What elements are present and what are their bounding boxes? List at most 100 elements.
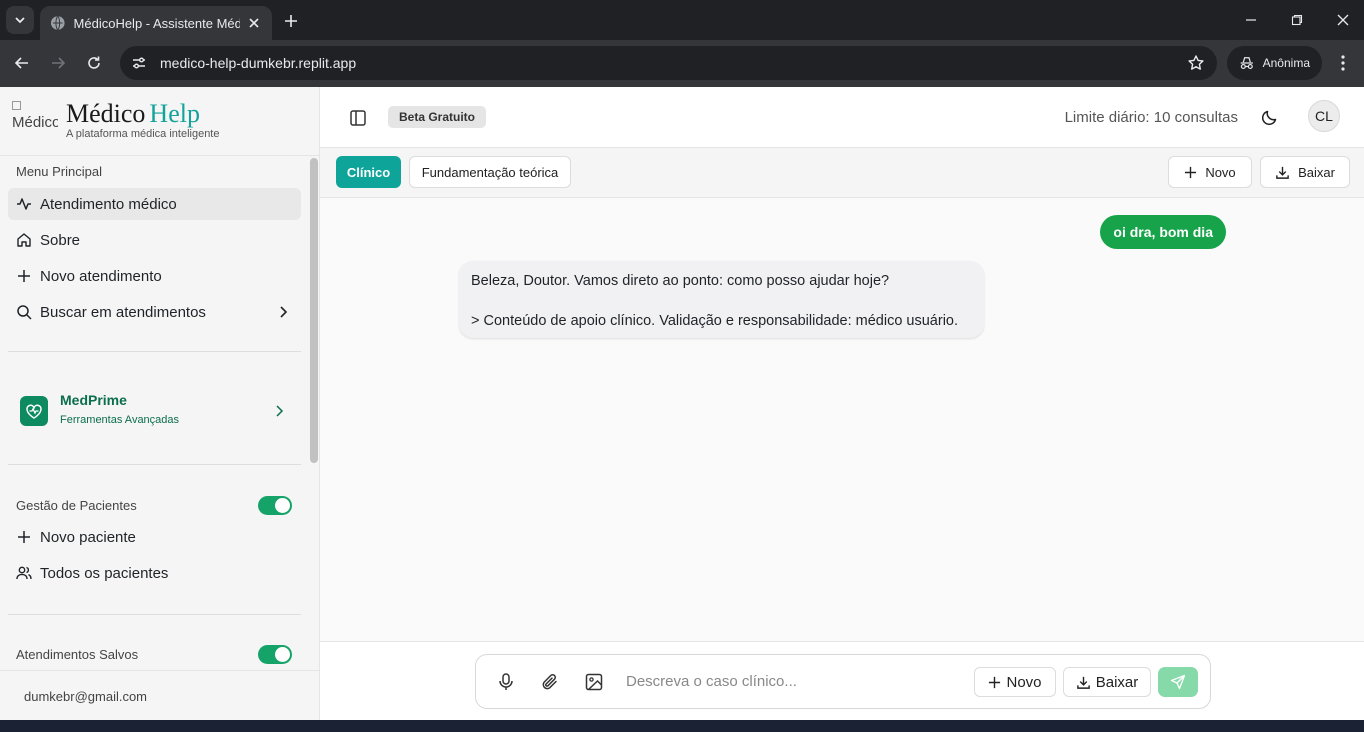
broken-image-icon xyxy=(12,101,21,110)
heart-shield-icon xyxy=(20,396,48,426)
close-icon xyxy=(1337,14,1349,26)
close-window-button[interactable] xyxy=(1335,12,1351,28)
new-conversation-button[interactable]: Novo xyxy=(1168,156,1252,188)
incognito-profile-button[interactable]: Anônima xyxy=(1227,46,1322,80)
user-email: dumkebr@gmail.com xyxy=(24,689,148,704)
os-taskbar xyxy=(0,720,1364,732)
chevron-right-icon xyxy=(276,405,284,417)
sidebar-item-label: Sobre xyxy=(40,231,81,249)
medprime-subtitle: Ferramentas Avançadas xyxy=(60,414,180,426)
new-tab-button[interactable] xyxy=(280,10,302,32)
sidebar-item-sobre[interactable]: Sobre xyxy=(8,224,301,256)
back-button[interactable] xyxy=(11,52,33,74)
bookmark-star-icon[interactable] xyxy=(1187,54,1205,72)
assistant-disclaimer-line: > Conteúdo de apoio clínico. Validação e… xyxy=(471,313,959,329)
scrollbar-thumb[interactable] xyxy=(310,158,318,463)
site-settings-icon[interactable] xyxy=(130,54,148,72)
home-icon xyxy=(16,232,32,248)
saved-section-label: Atendimentos Salvos xyxy=(16,647,139,662)
button-label: Novo xyxy=(1006,673,1042,691)
send-icon xyxy=(1170,674,1186,690)
sidebar-item-todos-pacientes[interactable]: Todos os pacientes xyxy=(8,557,301,589)
browser-tab[interactable]: MédicoHelp - Assistente Médico xyxy=(40,6,272,40)
address-bar[interactable]: medico-help-dumkebr.replit.app xyxy=(120,46,1217,80)
tab-search-button[interactable] xyxy=(6,6,34,34)
main-header: Beta Gratuito Limite diário: 10 consulta… xyxy=(320,87,1364,148)
users-icon xyxy=(16,565,32,581)
plus-icon xyxy=(989,676,1001,688)
globe-icon xyxy=(50,15,65,31)
image-icon[interactable] xyxy=(584,672,604,692)
button-label: Baixar xyxy=(1298,164,1335,180)
activity-icon xyxy=(16,196,32,212)
divider xyxy=(8,614,301,615)
composer-new-button[interactable]: Novo xyxy=(974,667,1056,697)
arrow-left-icon xyxy=(14,57,28,69)
download-icon xyxy=(1076,676,1090,689)
mode-bar: Clínico Fundamentação teórica Novo Baixa… xyxy=(320,148,1364,198)
incognito-icon xyxy=(1240,57,1253,69)
moon-icon[interactable] xyxy=(1260,107,1280,127)
patients-section-header: Gestão de Pacientes xyxy=(8,493,301,519)
button-label: Baixar xyxy=(1095,673,1139,691)
chevron-right-icon xyxy=(280,306,288,318)
browser-toolbar: medico-help-dumkebr.replit.app Anônima xyxy=(0,40,1364,87)
restore-button[interactable] xyxy=(1289,12,1305,28)
download-icon xyxy=(1276,166,1289,179)
search-icon xyxy=(16,304,32,320)
brand-name-part2: Help xyxy=(149,99,200,128)
restore-icon xyxy=(1291,14,1303,26)
sidebar-item-label: Todos os pacientes xyxy=(40,564,169,582)
case-description-input[interactable]: Descreva o caso clínico... xyxy=(626,673,797,690)
mode-fundamentacao-button[interactable]: Fundamentação teórica xyxy=(409,156,571,188)
composer: Descreva o caso clínico... Novo Baixar xyxy=(475,654,1211,709)
daily-limit-text: Limite diário: 10 consultas xyxy=(1064,109,1238,126)
sidebar-item-buscar[interactable]: Buscar em atendimentos xyxy=(8,296,301,328)
saved-toggle[interactable] xyxy=(258,645,292,664)
arrow-right-icon xyxy=(52,57,66,69)
composer-area: Descreva o caso clínico... Novo Baixar xyxy=(320,641,1364,720)
url-text: medico-help-dumkebr.replit.app xyxy=(160,55,357,71)
sidebar-scrollbar[interactable] xyxy=(309,156,319,670)
send-button[interactable] xyxy=(1158,667,1198,697)
main-panel: Beta Gratuito Limite diário: 10 consulta… xyxy=(320,87,1364,720)
sidebar-toggle-icon[interactable] xyxy=(348,108,368,128)
plus-icon xyxy=(285,15,297,27)
brand-header[interactable]: Médico Médico Help A plataforma médica in… xyxy=(0,87,319,156)
sidebar-item-atendimento[interactable]: Atendimento médico xyxy=(8,188,301,220)
saved-section-header: Atendimentos Salvos xyxy=(8,642,301,668)
close-tab-icon[interactable] xyxy=(246,15,262,31)
assistant-message-bubble: Beleza, Doutor. Vamos direto ao ponto: c… xyxy=(459,261,984,338)
minimize-icon xyxy=(1246,19,1256,21)
avatar[interactable]: CL xyxy=(1308,100,1340,132)
microphone-icon[interactable] xyxy=(496,672,516,692)
paperclip-icon[interactable] xyxy=(540,672,560,692)
toggle-knob xyxy=(275,647,290,662)
sidebar-content: Menu Principal Atendimento médico Sobre … xyxy=(0,156,319,670)
medprime-card[interactable]: MedPrime Ferramentas Avançadas xyxy=(8,384,301,440)
sidebar-item-label: Novo atendimento xyxy=(40,267,162,285)
more-vertical-icon xyxy=(1341,55,1345,71)
sidebar-item-novo-paciente[interactable]: Novo paciente xyxy=(8,521,301,553)
brand-tagline: A plataforma médica inteligente xyxy=(66,128,220,140)
forward-button[interactable] xyxy=(47,52,69,74)
browser-menu-button[interactable] xyxy=(1332,52,1354,74)
logo-image: Médico xyxy=(12,99,58,139)
logo-alt-text: Médico xyxy=(12,114,58,131)
patients-toggle[interactable] xyxy=(258,496,292,515)
patients-section-label: Gestão de Pacientes xyxy=(16,498,137,513)
download-button[interactable]: Baixar xyxy=(1260,156,1350,188)
minimize-button[interactable] xyxy=(1243,12,1259,28)
plus-icon xyxy=(16,529,32,545)
reload-button[interactable] xyxy=(83,52,105,74)
composer-download-button[interactable]: Baixar xyxy=(1063,667,1151,697)
button-label: Novo xyxy=(1205,164,1236,180)
browser-tabstrip: MédicoHelp - Assistente Médico xyxy=(0,0,1364,40)
chevron-down-icon xyxy=(15,17,25,24)
brand-name-part1: Médico xyxy=(66,99,146,128)
sidebar-item-novo-atendimento[interactable]: Novo atendimento xyxy=(8,260,301,292)
profile-label: Anônima xyxy=(1262,56,1310,70)
plus-icon xyxy=(1185,166,1197,178)
mode-clinico-button[interactable]: Clínico xyxy=(336,156,401,188)
brand-name: Médico Help xyxy=(66,99,200,129)
